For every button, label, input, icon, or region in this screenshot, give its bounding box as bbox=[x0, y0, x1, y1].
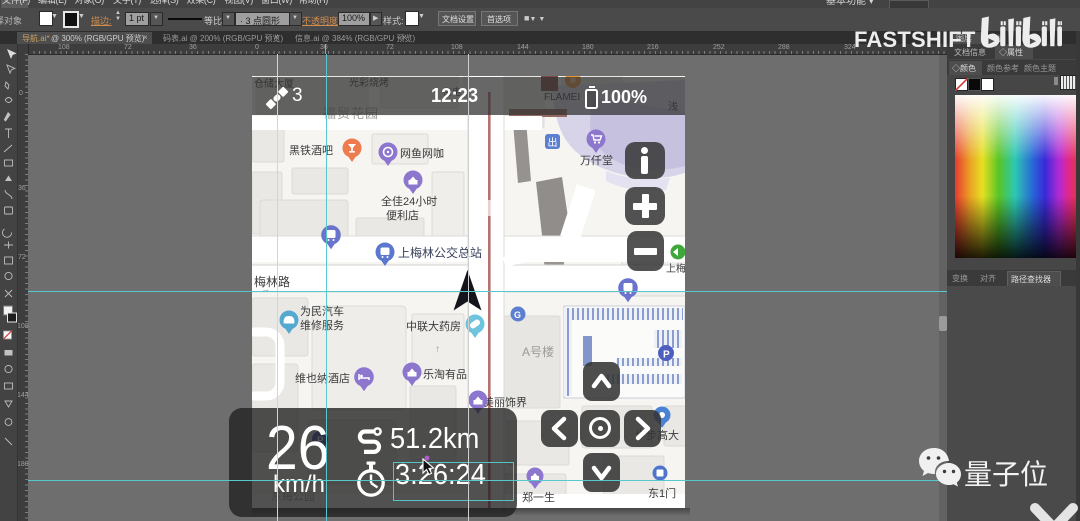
svg-text:G: G bbox=[514, 310, 521, 320]
svg-text:P: P bbox=[663, 350, 670, 361]
svg-text:出: 出 bbox=[548, 136, 558, 149]
